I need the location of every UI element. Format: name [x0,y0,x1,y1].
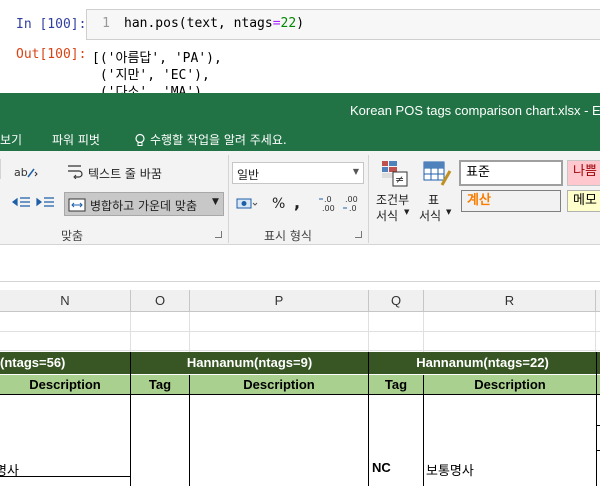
chevron-down-icon: ▼ [212,197,219,207]
ribbon-tabs: 보기 파워 피벗 수행할 작업을 알려 주세요. [0,127,600,151]
code-operator: = [272,16,281,31]
code-line[interactable]: han.pos(text, ntags=22) [124,16,304,31]
grid-line [130,312,131,352]
border-line [596,450,600,451]
out-prompt: Out[100]: [16,47,87,62]
tab-view[interactable]: 보기 [0,131,22,148]
column-header-o[interactable]: O [131,290,190,312]
group-header-hannanum-22[interactable]: Hannanum(ntags=22) [369,352,596,374]
number-format-value: 일반 [237,168,260,182]
tell-me-search[interactable]: 수행할 작업을 알려 주세요. [150,131,287,148]
conditional-format-icon[interactable]: ≠ [380,159,410,189]
group-header-hannanum-9[interactable]: Hannanum(ntags=9) [131,352,368,374]
comma-button[interactable]: , [294,193,300,212]
dialog-launcher-icon[interactable] [355,231,362,238]
divider [228,155,229,243]
grid-line [368,312,369,352]
group-header-1[interactable]: (ntags=56) [0,352,130,374]
window-title: Korean POS tags comparison chart.xlsx - … [350,103,600,118]
divider [368,155,369,243]
grid-line [595,312,596,352]
worksheet-grid[interactable] [0,312,600,486]
excel-title-bar: Korean POS tags comparison chart.xlsx - … [0,93,600,127]
style-calculation[interactable]: 계산 [461,190,561,212]
cell-r-description[interactable]: 보통명사 [426,460,474,479]
border-line [130,352,131,486]
column-header-n[interactable]: N [0,290,131,312]
jupyter-cell: In [100]: 1 han.pos(text, ntags=22) Out[… [0,0,600,96]
chevron-down-icon: ▼ [352,167,359,176]
column-header-q[interactable]: Q [369,290,424,312]
number-format-dropdown[interactable]: 일반 ▼ [232,162,364,184]
conditional-format-label[interactable]: 조건부 [376,191,409,208]
svg-text:.00: .00 [345,195,358,204]
style-note[interactable]: 메모 [567,190,600,212]
subheader-tag[interactable]: Tag [369,375,423,394]
border-line [0,394,600,395]
dialog-launcher-icon[interactable] [215,231,222,238]
increase-indent-icon[interactable] [36,195,56,211]
currency-icon[interactable] [236,195,258,213]
chevron-down-icon: ▼ [404,208,410,216]
tab-power-pivot[interactable]: 파워 피벗 [52,131,100,148]
code-number: 22 [280,16,297,31]
subheader-description[interactable]: Description [0,375,130,394]
border-line [423,375,424,486]
wrap-text-icon [66,163,84,180]
merge-center-label: 병합하고 가운데 맞춤 [90,199,197,213]
in-prompt: In [100]: [16,17,87,32]
code-text: han.pos(text, ntags [124,16,273,31]
column-headers: N O P Q R [0,290,600,312]
grid-line [0,331,600,332]
svg-text:.00: .00 [322,204,335,213]
format-as-table-label[interactable]: 표 [428,191,439,208]
alignment-group-label: 맞춤 [61,229,84,243]
column-header-p[interactable]: P [190,290,369,312]
formula-bar[interactable] [0,252,600,282]
orientation-icon[interactable]: ab [14,163,38,181]
svg-text:≠: ≠ [395,173,404,186]
merge-icon [68,197,86,212]
line-number: 1 [102,16,110,31]
cell-n-description[interactable]: 명사 [0,460,19,479]
style-bad[interactable]: 나쁨 [567,160,600,186]
subheader-description[interactable]: Description [424,375,596,394]
lightbulb-icon [133,132,147,146]
column-header-r[interactable]: R [424,290,596,312]
svg-text:.0: .0 [324,195,332,204]
cell-q-tag[interactable]: NC [372,460,391,475]
percent-button[interactable]: % [272,196,285,212]
svg-text:ab: ab [14,166,28,179]
style-normal[interactable]: 표준 [459,160,563,186]
border-line [596,425,600,426]
format-as-table-label-2[interactable]: 서식 [419,207,441,224]
decrease-indent-icon[interactable] [12,195,32,211]
subheader-tag[interactable]: Tag [131,375,189,394]
number-group-label: 표시 형식 [264,229,312,243]
grid-line [0,350,600,351]
code-paren: ) [296,16,305,31]
border-line [0,476,131,477]
increase-decimal-icon[interactable]: .0.00 [318,194,340,214]
grid-line [423,312,424,352]
conditional-format-label-2[interactable]: 서식 [376,207,398,224]
divider [0,159,1,179]
decrease-decimal-icon[interactable]: .00.0 [342,194,364,214]
grid-line [189,312,190,352]
subheader-description[interactable]: Description [190,375,368,394]
chevron-down-icon: ▼ [446,208,452,216]
border-line [596,352,597,486]
border-line [368,352,369,486]
svg-text:.0: .0 [349,204,357,213]
format-as-table-icon[interactable] [422,159,452,189]
border-line [189,375,190,486]
ribbon: ab 텍스트 줄 바꿈 병합하고 가운데 맞춤 ▼ 맞춤 일반 ▼ % , .0… [0,151,600,245]
wrap-text-button[interactable]: 텍스트 줄 바꿈 [88,165,162,182]
